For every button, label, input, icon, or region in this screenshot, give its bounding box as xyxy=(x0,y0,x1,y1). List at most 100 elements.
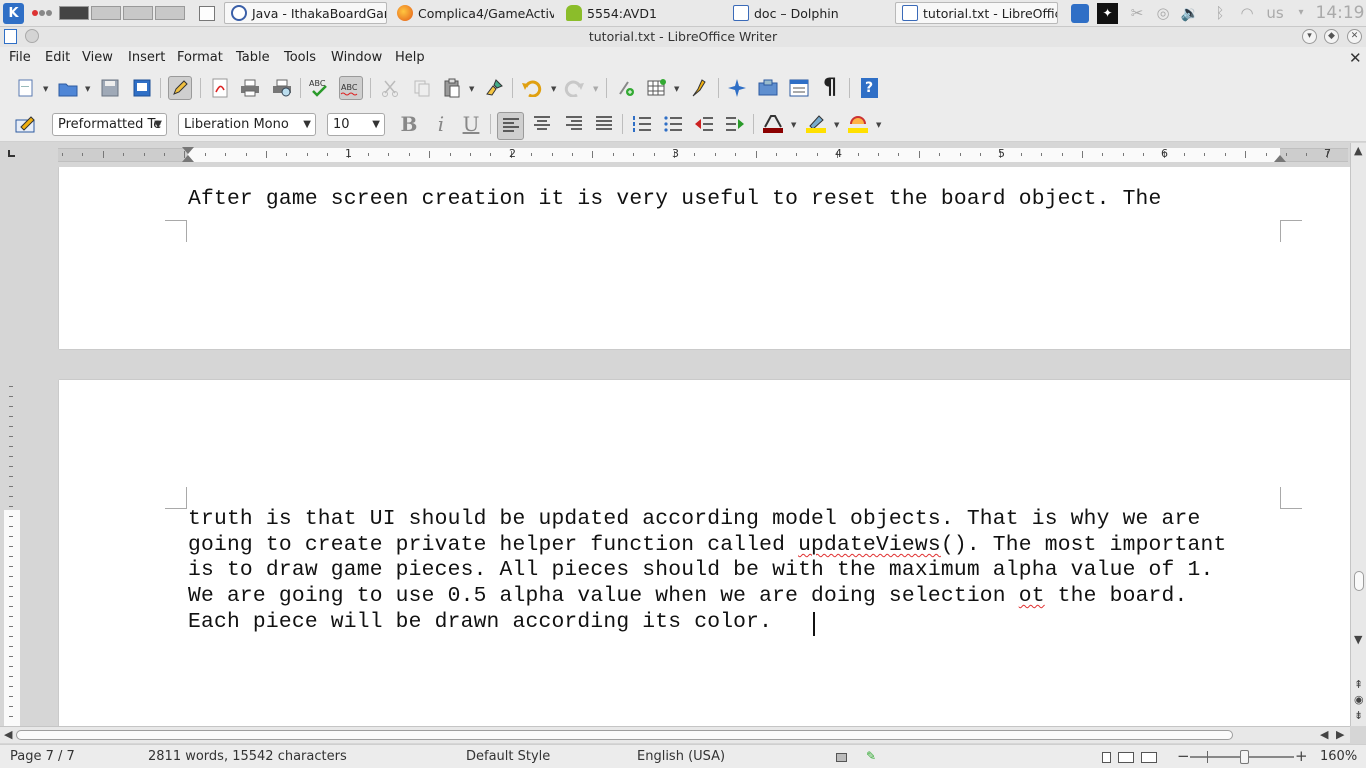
scroll-up-icon[interactable]: ▲ xyxy=(1354,144,1362,157)
export-pdf-button[interactable] xyxy=(208,76,232,100)
desktop-pager-1[interactable] xyxy=(59,6,89,20)
highlighting-button[interactable] xyxy=(804,112,828,136)
open-button[interactable] xyxy=(56,76,80,100)
undo-dropdown-icon[interactable]: ▼ xyxy=(551,85,556,93)
close-window-button[interactable]: ✕ xyxy=(1347,29,1362,44)
minimize-button[interactable]: ▾ xyxy=(1302,29,1317,44)
multi-page-view-icon[interactable] xyxy=(1118,752,1134,763)
previous-page-icon[interactable]: ⇞ xyxy=(1354,678,1363,691)
volume-icon[interactable]: 🔉 xyxy=(1180,4,1200,22)
italic-button[interactable]: i xyxy=(429,112,453,136)
tab-stop-type-icon[interactable] xyxy=(8,150,15,157)
save-as-button[interactable] xyxy=(130,76,154,100)
table-dropdown-icon[interactable]: ▼ xyxy=(674,85,679,93)
redo-button[interactable] xyxy=(562,76,586,100)
scroll-left-small-icon[interactable]: ◀ xyxy=(1320,728,1328,741)
document-area[interactable]: After game screen creation it is very us… xyxy=(0,167,1350,726)
navigator-button[interactable] xyxy=(725,76,749,100)
data-sources-button[interactable] xyxy=(787,76,811,100)
menu-view[interactable]: View xyxy=(82,50,113,65)
gallery-button[interactable] xyxy=(756,76,780,100)
activities-icon[interactable] xyxy=(32,10,54,18)
background-color-button[interactable] xyxy=(846,112,870,136)
right-indent-marker-icon[interactable] xyxy=(1274,155,1286,162)
align-left-button[interactable] xyxy=(497,112,524,140)
formatting-marks-button[interactable]: ¶ xyxy=(818,76,842,100)
bluetooth-icon[interactable]: ᛒ xyxy=(1210,4,1230,22)
text-line[interactable]: is to draw game pieces. All pieces shoul… xyxy=(188,558,1213,582)
text-line[interactable]: After game screen creation it is very us… xyxy=(188,187,1162,211)
clipboard-tray-icon[interactable] xyxy=(1071,4,1089,23)
insert-table-button[interactable] xyxy=(645,76,669,100)
justify-button[interactable] xyxy=(592,112,616,136)
paste-button[interactable] xyxy=(440,76,464,100)
print-preview-button[interactable] xyxy=(270,76,294,100)
font-color-button[interactable] xyxy=(761,112,785,136)
clone-formatting-button[interactable] xyxy=(482,76,506,100)
help-button[interactable]: ? xyxy=(857,76,881,100)
redo-dropdown-icon[interactable]: ▼ xyxy=(593,85,598,93)
zoom-out-icon[interactable]: − xyxy=(1177,747,1190,765)
align-center-button[interactable] xyxy=(530,112,554,136)
zoom-in-icon[interactable]: + xyxy=(1295,747,1308,765)
task-android-emulator[interactable]: 5554:AVD1 xyxy=(560,2,723,24)
numbering-button[interactable] xyxy=(630,112,654,136)
underline-button[interactable]: U xyxy=(459,112,483,136)
spelling-button[interactable]: ABC xyxy=(307,76,331,100)
desktop-pager-2[interactable] xyxy=(91,6,121,20)
zoom-level[interactable]: 160% xyxy=(1320,749,1357,764)
task-dolphin[interactable]: doc – Dolphin xyxy=(727,2,890,24)
font-color-dropdown-icon[interactable]: ▼ xyxy=(791,121,796,129)
horizontal-scroll-thumb[interactable] xyxy=(16,730,1233,740)
menu-format[interactable]: Format xyxy=(177,50,223,65)
paste-dropdown-icon[interactable]: ▼ xyxy=(469,85,474,93)
task-libreoffice-writer[interactable]: tutorial.txt - LibreOffic xyxy=(895,2,1058,24)
styles-and-formatting-button[interactable] xyxy=(14,112,38,136)
bold-button[interactable]: B xyxy=(397,112,421,136)
text-line[interactable]: Each piece will be drawn according its c… xyxy=(188,610,785,634)
menu-insert[interactable]: Insert xyxy=(128,50,165,65)
single-page-view-icon[interactable] xyxy=(1102,752,1111,763)
close-document-icon[interactable]: ✕ xyxy=(1349,49,1362,67)
language[interactable]: English (USA) xyxy=(637,749,725,764)
keyboard-layout-indicator[interactable]: us xyxy=(1262,4,1288,22)
open-dropdown-icon[interactable]: ▼ xyxy=(85,85,90,93)
page-indicator[interactable]: Page 7 / 7 xyxy=(10,749,75,764)
print-button[interactable] xyxy=(238,76,262,100)
paragraph-style-combo[interactable]: Preformatted Te ▼ xyxy=(52,113,167,136)
scroll-down-icon[interactable]: ▼ xyxy=(1354,633,1362,646)
vertical-scrollbar[interactable]: ▲ ▼ ⇞ ◉ ⇟ xyxy=(1350,143,1366,726)
text-line[interactable]: We are going to use 0.5 alpha value when… xyxy=(188,584,1188,608)
show-draw-functions-button[interactable] xyxy=(688,76,712,100)
scroll-right-icon[interactable]: ▶ xyxy=(1336,728,1344,741)
dropbox-icon[interactable]: ✦ xyxy=(1097,3,1118,24)
text-line[interactable]: truth is that UI should be updated accor… xyxy=(188,507,1200,531)
background-color-dropdown-icon[interactable]: ▼ xyxy=(876,121,881,129)
book-view-icon[interactable] xyxy=(1141,752,1157,763)
task-java-ide[interactable]: Java - IthakaBoardGam xyxy=(224,2,387,24)
menu-edit[interactable]: Edit xyxy=(45,50,70,65)
maximize-button[interactable]: ◆ xyxy=(1324,29,1339,44)
highlighting-dropdown-icon[interactable]: ▼ xyxy=(834,121,839,129)
font-size-combo[interactable]: 10 ▼ xyxy=(327,113,385,136)
new-dropdown-icon[interactable]: ▼ xyxy=(43,85,48,93)
auto-spellcheck-toggle[interactable]: ABC xyxy=(339,76,363,100)
font-name-combo[interactable]: Liberation Mono ▼ xyxy=(178,113,316,136)
document-modified-icon[interactable]: ✎ xyxy=(866,749,876,763)
undo-button[interactable] xyxy=(520,76,544,100)
word-count[interactable]: 2811 words, 15542 characters xyxy=(148,749,347,764)
menu-table[interactable]: Table xyxy=(236,50,270,65)
window-titlebar[interactable]: tutorial.txt - LibreOffice Writer ▾ ◆ ✕ xyxy=(0,27,1366,47)
kde-menu-button[interactable]: K xyxy=(3,3,24,24)
wifi-icon[interactable]: ◠ xyxy=(1237,4,1257,22)
edit-mode-toggle[interactable] xyxy=(168,76,192,100)
next-page-icon[interactable]: ⇟ xyxy=(1354,709,1363,722)
copy-button[interactable] xyxy=(410,76,434,100)
task-firefox[interactable]: Complica4/GameActivi xyxy=(391,2,554,24)
decrease-indent-button[interactable] xyxy=(692,112,716,136)
horizontal-scrollbar[interactable]: ◀ ◀ ▶ xyxy=(0,726,1350,743)
desktop-pager-3[interactable] xyxy=(123,6,153,20)
cut-button[interactable] xyxy=(378,76,402,100)
align-right-button[interactable] xyxy=(562,112,586,136)
new-document-button[interactable] xyxy=(14,76,38,100)
